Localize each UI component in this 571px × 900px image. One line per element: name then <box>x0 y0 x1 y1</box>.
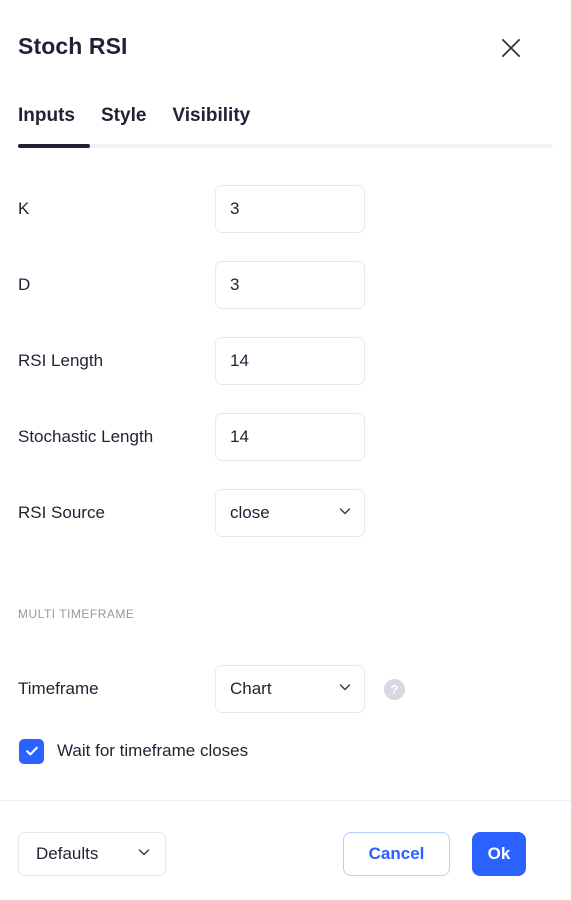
select-rsi-source[interactable]: close <box>215 489 365 537</box>
label-d: D <box>18 275 31 294</box>
dialog-header: Stoch RSI <box>0 0 571 95</box>
chevron-down-icon <box>337 679 353 700</box>
dialog-body: K 3 D 3 RSI Length 14 Stochastic Length … <box>0 151 571 800</box>
label-rsi-length: RSI Length <box>18 351 104 370</box>
checkbox-row-wait-for-timeframe-closes: Wait for timeframe closes <box>0 738 571 764</box>
defaults-button-label: Defaults <box>36 844 99 863</box>
cancel-button[interactable]: Cancel <box>343 832 450 876</box>
checkbox-label-wait-for-timeframe-closes[interactable]: Wait for timeframe closes <box>57 739 248 763</box>
label-rsi-source: RSI Source <box>18 503 105 522</box>
checkbox-wait-for-timeframe-closes[interactable] <box>19 738 44 764</box>
chevron-down-icon <box>337 503 353 524</box>
page-title: Stoch RSI <box>18 33 128 59</box>
input-k[interactable]: 3 <box>215 185 365 233</box>
select-rsi-source-value: close <box>230 503 270 522</box>
input-stochastic-length[interactable]: 14 <box>215 413 365 461</box>
close-button[interactable] <box>493 30 529 66</box>
ok-button[interactable]: Ok <box>472 832 526 876</box>
input-d[interactable]: 3 <box>215 261 365 309</box>
label-timeframe: Timeframe <box>18 679 99 698</box>
tab-style[interactable]: Style <box>101 103 146 129</box>
label-k: K <box>18 199 30 218</box>
dialog-footer: Defaults Cancel Ok <box>0 801 571 900</box>
input-row-d: D 3 <box>0 261 571 309</box>
select-timeframe-value: Chart <box>230 679 272 698</box>
indicator-settings-dialog: Stoch RSI Inputs Style Visibility K 3 D <box>0 0 571 900</box>
input-row-rsi-source: RSI Source close <box>0 489 571 537</box>
tab-active-indicator <box>18 144 90 148</box>
select-timeframe[interactable]: Chart <box>215 665 365 713</box>
input-rsi-length[interactable]: 14 <box>215 337 365 385</box>
input-row-rsi-length: RSI Length 14 <box>0 337 571 385</box>
tab-visibility[interactable]: Visibility <box>172 103 250 129</box>
label-stochastic-length: Stochastic Length <box>18 427 154 446</box>
input-row-stochastic-length: Stochastic Length 14 <box>0 413 571 461</box>
tab-underline-track <box>18 144 553 148</box>
checkmark-icon <box>24 743 40 759</box>
help-icon[interactable]: ? <box>384 678 405 700</box>
chevron-down-icon <box>136 844 152 865</box>
input-row-timeframe: Timeframe Chart ? <box>0 665 571 713</box>
defaults-button[interactable]: Defaults <box>18 832 166 876</box>
tab-inputs[interactable]: Inputs <box>18 103 75 129</box>
dialog-tabs: Inputs Style Visibility <box>0 103 571 151</box>
input-row-k: K 3 <box>0 185 571 233</box>
close-icon <box>500 37 522 59</box>
section-title-multi-timeframe: MULTI TIMEFRAME <box>18 607 135 621</box>
